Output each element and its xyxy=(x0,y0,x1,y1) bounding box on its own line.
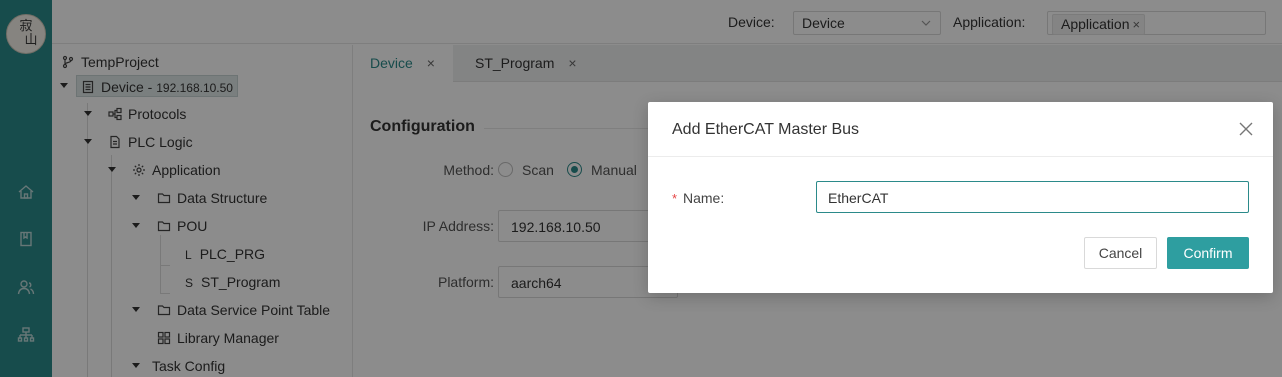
add-ethercat-dialog: Add EtherCAT Master Bus * Name: EtherCAT… xyxy=(648,102,1273,293)
confirm-button[interactable]: Confirm xyxy=(1167,237,1249,269)
name-label: Name: xyxy=(683,190,725,206)
dialog-title: Add EtherCAT Master Bus xyxy=(672,121,860,138)
dialog-header: Add EtherCAT Master Bus xyxy=(648,102,1273,157)
cancel-button[interactable]: Cancel xyxy=(1084,237,1157,269)
required-marker: * xyxy=(672,191,678,206)
name-input[interactable]: EtherCAT xyxy=(816,181,1249,213)
close-icon[interactable] xyxy=(1237,120,1255,138)
